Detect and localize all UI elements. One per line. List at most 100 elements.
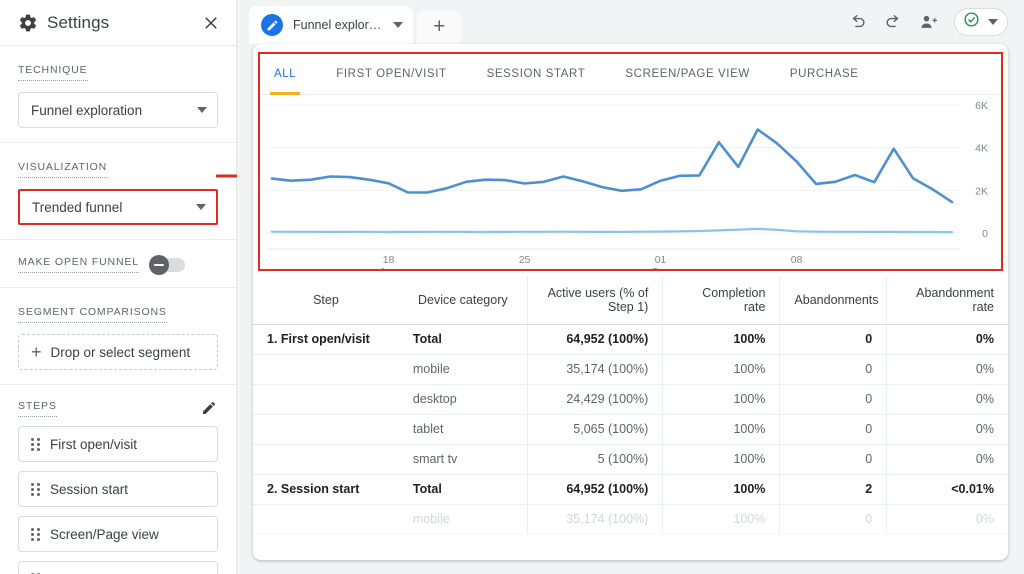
cell-abandonment_rate: <0.01% — [886, 474, 1008, 505]
column-header-active-users[interactable]: Active users (% of Step 1) — [526, 276, 663, 325]
cell-completion_rate: 100% — [662, 354, 780, 385]
cell-active_users: 5 (100%) — [526, 444, 663, 475]
report-card: ALL FIRST OPEN/VISIT SESSION START SCREE… — [253, 44, 1008, 560]
chart-tab-label: PURCHASE — [789, 68, 859, 80]
trended-funnel-chart[interactable]: 0 2K 4K 6K 18Aug 25 01Sep 08 — [260, 95, 1001, 269]
sidebar-header: Settings — [0, 0, 236, 46]
table-row[interactable]: 2. Session start Total 64,952 (100%) 100% 2 <… — [253, 474, 1008, 505]
cell-abandonment_rate: 0% — [886, 384, 1008, 415]
chevron-down-icon[interactable] — [393, 22, 404, 28]
technique-section: TECHNIQUE Funnel exploration — [0, 46, 236, 143]
cell-step — [253, 354, 399, 385]
add-tab-button[interactable]: + — [417, 10, 462, 44]
drop-select-segment-button[interactable]: + Drop or select segment — [18, 334, 218, 370]
cell-abandonment_rate: 0% — [886, 324, 1008, 355]
cell-completion_rate: 100% — [662, 324, 780, 355]
report-topbar: Funnel explor… + — [237, 0, 1024, 44]
topbar-actions — [846, 8, 1024, 44]
cell-device: tablet — [398, 414, 528, 445]
chart-tab-label: SCREEN/PAGE VIEW — [625, 68, 750, 80]
pencil-avatar-icon — [261, 14, 283, 36]
cell-completion_rate: 100% — [662, 504, 780, 535]
cell-abandonments: 0 — [779, 384, 887, 415]
table-body: 1. First open/visit Total 64,952 (100%) 100… — [253, 324, 1008, 535]
svg-text:6K: 6K — [975, 100, 988, 112]
drag-handle-icon[interactable] — [31, 527, 40, 541]
chart-tab-all[interactable]: ALL — [269, 54, 301, 95]
chart-tab-session-start[interactable]: SESSION START — [487, 54, 586, 95]
table-row[interactable]: tablet 5,065 (100%) 100% 0 0% — [253, 414, 1008, 445]
column-header-step[interactable]: Step — [253, 276, 399, 325]
table-row[interactable]: desktop 24,429 (100%) 100% 0 0% — [253, 384, 1008, 415]
column-header-device-category[interactable]: Device category — [398, 276, 528, 325]
drag-handle-icon[interactable] — [31, 482, 40, 496]
cell-active_users: 64,952 (100%) — [526, 324, 663, 355]
visualization-section: VISUALIZATION Trended funnel — [0, 143, 236, 240]
add-user-icon[interactable] — [918, 11, 940, 33]
plus-icon: + — [31, 342, 42, 362]
cell-active_users: 35,174 (100%) — [526, 504, 663, 535]
report-tab-funnel-exploration[interactable]: Funnel explor… — [249, 6, 414, 44]
pencil-icon[interactable] — [200, 399, 218, 417]
redo-icon[interactable] — [882, 11, 904, 33]
check-circle-icon — [963, 11, 980, 33]
cell-abandonments: 0 — [779, 444, 887, 475]
step-item-session-start[interactable]: Session start — [18, 471, 218, 507]
chart-tab-purchase[interactable]: PURCHASE — [790, 54, 859, 95]
drag-handle-icon[interactable] — [31, 437, 40, 451]
cell-step — [253, 444, 399, 475]
svg-text:01: 01 — [655, 254, 667, 266]
step-item-screen-page-view[interactable]: Screen/Page view — [18, 516, 218, 552]
cell-abandonments: 0 — [779, 504, 887, 535]
chart-annotation-region: ALL FIRST OPEN/VISIT SESSION START SCREE… — [258, 52, 1003, 271]
column-header-abandonment-rate[interactable]: Abandonment rate — [886, 276, 1008, 325]
open-funnel-section: MAKE OPEN FUNNEL — [0, 240, 236, 288]
chart-tab-screen-page-view[interactable]: SCREEN/PAGE VIEW — [625, 54, 749, 95]
cell-completion_rate: 100% — [662, 384, 780, 415]
technique-label: TECHNIQUE — [18, 64, 88, 81]
technique-select[interactable]: Funnel exploration — [18, 92, 218, 128]
table-row[interactable]: mobile 35,174 (100%) 100% 0 0% — [253, 354, 1008, 385]
step-item-label: Session start — [50, 481, 129, 497]
table-row[interactable]: mobile 35,174 (100%) 100% 0 0% — [253, 504, 1008, 535]
make-open-funnel-label: MAKE OPEN FUNNEL — [18, 256, 139, 273]
close-icon[interactable] — [200, 12, 222, 34]
step-item-label: First open/visit — [50, 436, 138, 452]
svg-text:4K: 4K — [975, 143, 988, 155]
cell-device: mobile — [398, 354, 528, 385]
page-title: Settings — [47, 12, 110, 32]
segment-comparisons-section: SEGMENT COMPARISONS + Drop or select seg… — [0, 288, 236, 385]
table-row[interactable]: smart tv 5 (100%) 100% 0 0% — [253, 444, 1008, 475]
cell-abandonments: 0 — [779, 324, 887, 355]
step-item-purchase[interactable]: Purchase — [18, 561, 218, 574]
column-header-completion-rate[interactable]: Completion rate — [662, 276, 780, 325]
svg-text:Aug: Aug — [379, 266, 398, 270]
cell-device: smart tv — [398, 444, 528, 475]
cell-completion_rate: 100% — [662, 444, 780, 475]
cell-active_users: 24,429 (100%) — [526, 384, 663, 415]
svg-text:0: 0 — [982, 228, 988, 240]
visualization-select[interactable]: Trended funnel — [18, 189, 218, 225]
table-row[interactable]: 1. First open/visit Total 64,952 (100%) 100… — [253, 324, 1008, 355]
share-status-button[interactable] — [954, 8, 1008, 36]
chart-tab-label: SESSION START — [486, 68, 586, 80]
column-header-abandonments[interactable]: Abandonments — [779, 276, 887, 325]
cell-active_users: 35,174 (100%) — [526, 354, 663, 385]
funnel-table: Step Device category Active users (% of … — [253, 276, 1008, 560]
cell-step: 2. Session start — [253, 474, 399, 505]
chart-tab-label: ALL — [274, 68, 297, 80]
chart-tab-first-open-visit[interactable]: FIRST OPEN/VISIT — [336, 54, 446, 95]
cell-device: mobile — [398, 504, 528, 535]
main-area: Funnel explor… + ALL FIRST OPEN/VISIT SE… — [237, 0, 1024, 574]
cell-device: Total — [398, 474, 528, 505]
make-open-funnel-toggle[interactable] — [148, 254, 185, 275]
svg-text:2K: 2K — [975, 185, 988, 197]
svg-text:08: 08 — [791, 254, 803, 266]
cell-abandonments: 0 — [779, 354, 887, 385]
toggle-knob — [148, 254, 169, 275]
undo-icon[interactable] — [846, 11, 868, 33]
cell-active_users: 5,065 (100%) — [526, 414, 663, 445]
svg-text:Sep: Sep — [651, 266, 670, 270]
step-item-first-open-visit[interactable]: First open/visit — [18, 426, 218, 462]
visualization-label: VISUALIZATION — [18, 161, 108, 178]
